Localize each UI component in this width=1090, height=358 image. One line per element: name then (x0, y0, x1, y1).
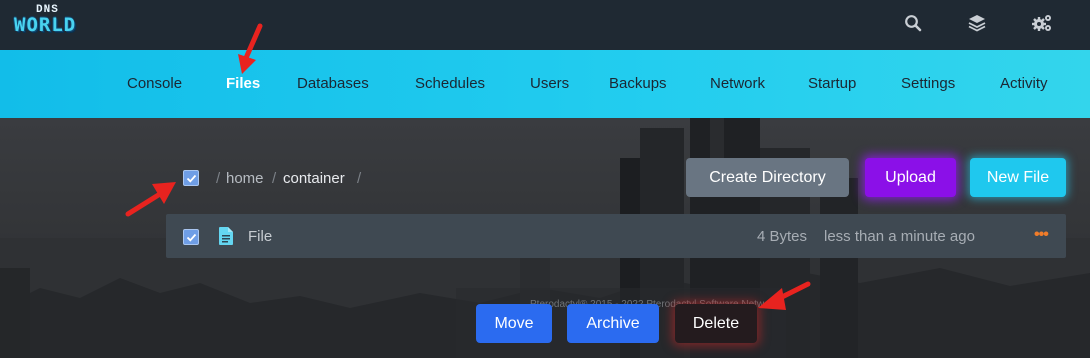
select-all-checkbox[interactable] (183, 170, 199, 186)
tab-schedules[interactable]: Schedules (415, 50, 485, 118)
delete-button[interactable]: Delete (675, 304, 757, 343)
annotation-arrow-icon (238, 23, 263, 74)
tab-console[interactable]: Console (127, 50, 182, 118)
tab-network[interactable]: Network (710, 50, 765, 118)
dns-world-logo[interactable]: DNS WORLD (14, 4, 98, 44)
file-modified: less than a minute ago (824, 228, 975, 245)
annotation-arrow-icon (758, 281, 811, 310)
checkmark-icon (186, 233, 196, 242)
breadcrumb-container[interactable]: container (283, 170, 345, 187)
tab-databases[interactable]: Databases (297, 50, 369, 118)
server-nav-bar: Console Files Databases Schedules Users … (0, 50, 1090, 118)
breadcrumb-separator: / (216, 170, 221, 187)
file-size: 4 Bytes (757, 228, 808, 245)
tab-settings[interactable]: Settings (901, 50, 955, 118)
tab-activity[interactable]: Activity (1000, 50, 1048, 118)
file-icon (219, 227, 233, 250)
search-icon[interactable] (902, 12, 924, 34)
tab-backups[interactable]: Backups (609, 50, 667, 118)
move-button[interactable]: Move (476, 304, 552, 343)
breadcrumb-separator: / (357, 170, 362, 187)
file-checkbox[interactable] (183, 229, 199, 245)
checkmark-icon (186, 174, 196, 183)
file-name[interactable]: File (248, 228, 272, 245)
annotation-arrow-icon (125, 182, 176, 217)
layers-icon[interactable] (966, 12, 988, 34)
top-bar: DNS WORLD (0, 0, 1090, 50)
breadcrumb-home[interactable]: home (226, 170, 264, 187)
tab-users[interactable]: Users (530, 50, 569, 118)
tab-startup[interactable]: Startup (808, 50, 856, 118)
more-options-icon[interactable]: ••• (1034, 226, 1049, 244)
upload-button[interactable]: Upload (865, 158, 956, 197)
new-file-button[interactable]: New File (970, 158, 1066, 197)
logo-big-text: WORLD (14, 14, 77, 36)
breadcrumb-separator: / (272, 170, 277, 187)
create-directory-button[interactable]: Create Directory (686, 158, 849, 197)
gears-icon[interactable] (1031, 12, 1053, 34)
archive-button[interactable]: Archive (567, 304, 659, 343)
